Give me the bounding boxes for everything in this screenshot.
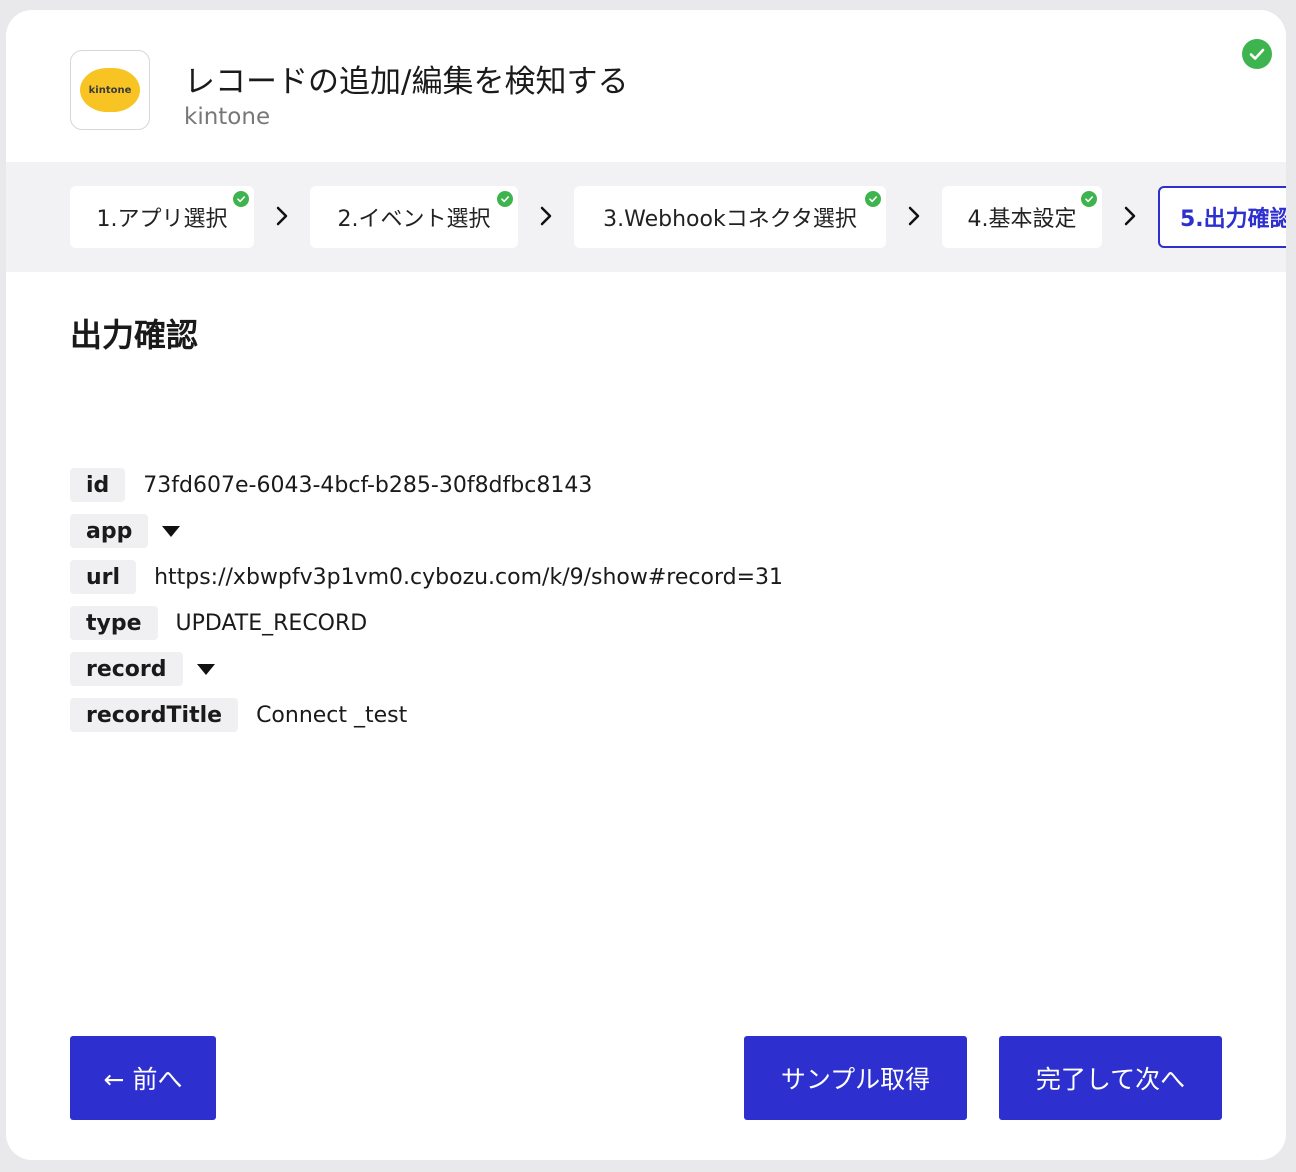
logo-text: kintone — [88, 84, 132, 96]
field-key: id — [70, 468, 126, 502]
field-value: https://xbwpfv3p1vm0.cybozu.com/k/9/show… — [154, 564, 784, 590]
service-name: kintone — [184, 104, 271, 130]
field-row-url: url https://xbwpfv3p1vm0.cybozu.com/k/9/… — [70, 560, 783, 594]
field-value: UPDATE_RECORD — [175, 610, 368, 636]
field-row-recordtitle: recordTitle Connect _test — [70, 698, 407, 732]
field-key: url — [70, 560, 137, 594]
back-button[interactable]: ← 前へ — [70, 1036, 216, 1120]
step-event-select[interactable]: 2.イベント選択 — [310, 186, 518, 248]
completed-check-icon — [1242, 39, 1272, 69]
step-check-icon — [497, 191, 513, 207]
caret-down-icon[interactable] — [162, 525, 181, 537]
step-webhook-connector-select[interactable]: 3.Webhookコネクタ選択 — [574, 186, 886, 248]
step-output-confirm[interactable]: 5.出力確認 — [1158, 186, 1286, 248]
step-check-icon — [865, 191, 881, 207]
step-label: 1.アプリ選択 — [96, 207, 228, 232]
chevron-right-icon — [272, 204, 292, 228]
fetch-sample-button[interactable]: サンプル取得 — [744, 1036, 967, 1120]
section-title: 出力確認 — [70, 316, 199, 354]
field-row-record[interactable]: record — [70, 652, 215, 686]
field-row-type: type UPDATE_RECORD — [70, 606, 367, 640]
step-check-icon — [1081, 191, 1097, 207]
chevron-right-icon — [536, 204, 556, 228]
step-check-icon — [233, 191, 249, 207]
kintone-logo-icon: kintone — [80, 68, 140, 112]
field-value: Connect _test — [256, 702, 408, 728]
field-key: record — [70, 652, 183, 686]
step-label: 5.出力確認 — [1180, 207, 1286, 232]
step-label: 3.Webhookコネクタ選択 — [603, 207, 857, 232]
step-navigation: 1.アプリ選択 2.イベント選択 3.Webhookコネクタ選択 4.基本設定 … — [6, 162, 1286, 272]
chevron-right-icon — [1120, 204, 1140, 228]
caret-down-icon[interactable] — [196, 663, 215, 675]
field-row-app[interactable]: app — [70, 514, 181, 548]
step-app-select[interactable]: 1.アプリ選択 — [70, 186, 254, 248]
step-label: 4.基本設定 — [967, 207, 1077, 232]
field-key: recordTitle — [70, 698, 239, 732]
chevron-right-icon — [904, 204, 924, 228]
app-logo: kintone — [70, 50, 150, 130]
complete-next-button[interactable]: 完了して次へ — [999, 1036, 1222, 1120]
step-label: 2.イベント選択 — [337, 207, 491, 232]
dialog: kintone レコードの追加/編集を検知する kintone 1.アプリ選択 … — [6, 10, 1286, 1160]
field-key: type — [70, 606, 158, 640]
step-basic-settings[interactable]: 4.基本設定 — [942, 186, 1102, 248]
field-value: 73fd607e-6043-4bcf-b285-30f8dfbc8143 — [143, 472, 593, 498]
page-title: レコードの追加/編集を検知する — [184, 64, 629, 100]
field-row-id: id 73fd607e-6043-4bcf-b285-30f8dfbc8143 — [70, 468, 592, 502]
field-key: app — [70, 514, 149, 548]
